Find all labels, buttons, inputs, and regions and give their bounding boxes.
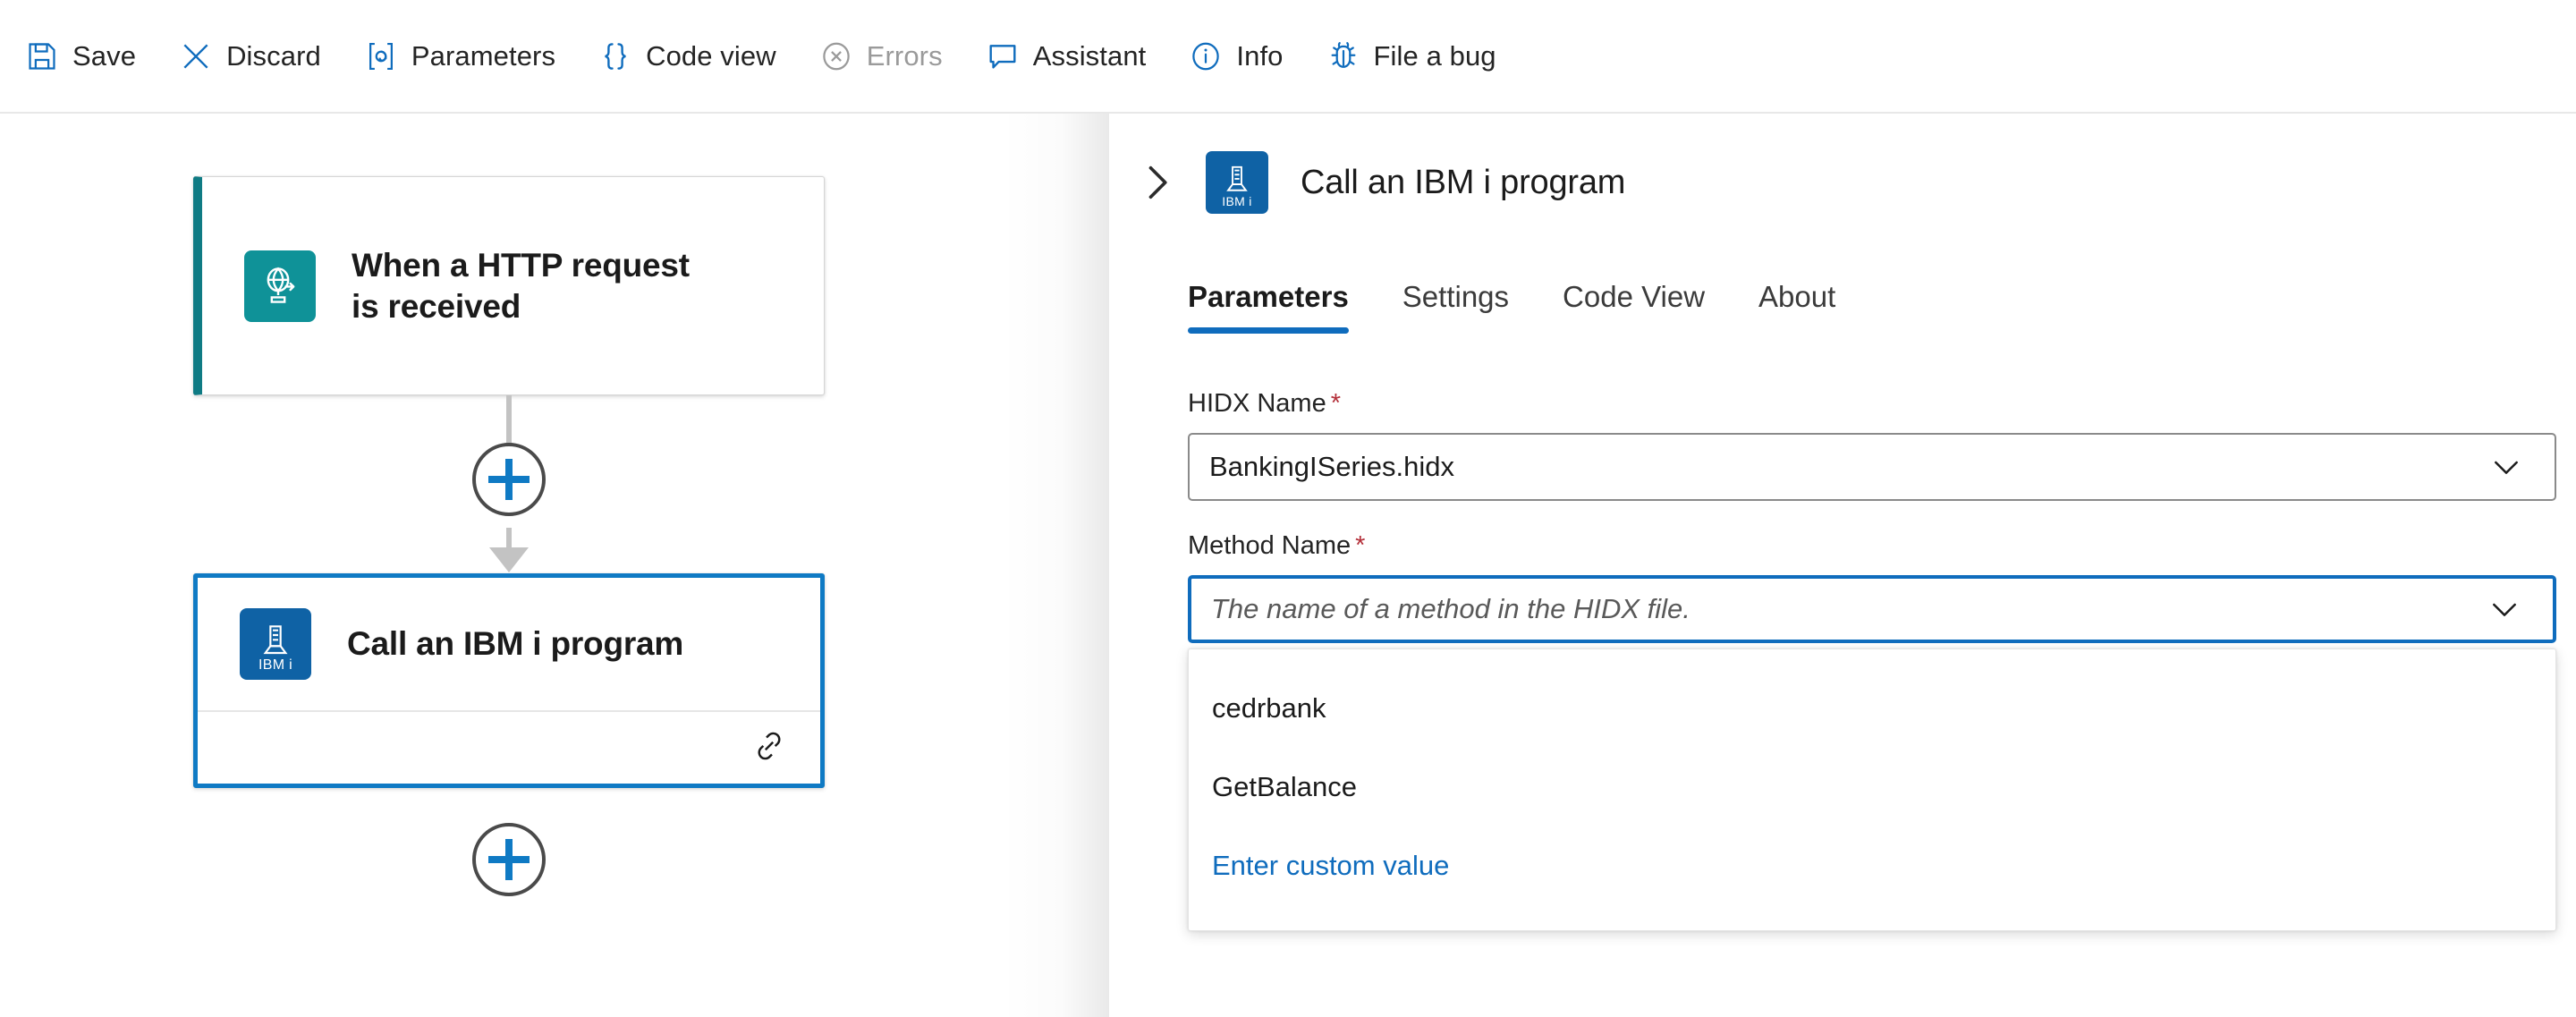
bug-icon (1326, 39, 1360, 73)
plus-icon (488, 839, 530, 880)
info-button[interactable]: Info (1167, 21, 1304, 92)
workflow-node-ibm-i-footer (198, 712, 820, 784)
save-button[interactable]: Save (20, 21, 157, 92)
tab-settings[interactable]: Settings (1402, 280, 1509, 334)
errors-icon (819, 39, 853, 73)
method-name-value[interactable]: The name of a method in the HIDX file. (1211, 593, 2487, 625)
info-icon (1189, 39, 1223, 73)
panel-ibm-i-icon: IBM i (1206, 151, 1268, 214)
errors-button-label: Errors (866, 39, 943, 72)
method-name-label-text: Method Name (1188, 531, 1352, 560)
panel-ibm-i-icon-label: IBM i (1222, 194, 1252, 208)
parameters-button-label: Parameters (411, 39, 556, 72)
assistant-button-label: Assistant (1032, 39, 1147, 72)
tab-about[interactable]: About (1758, 280, 1835, 334)
panel-header: IBM i Call an IBM i program (1109, 114, 2576, 214)
workflow-node-ibm-i-title: Call an IBM i program (347, 625, 684, 662)
chevron-down-icon[interactable] (2488, 449, 2524, 485)
errors-button: Errors (798, 21, 964, 92)
chevron-down-icon[interactable] (2487, 591, 2522, 627)
save-button-label: Save (72, 39, 137, 72)
file-a-bug-button[interactable]: File a bug (1305, 21, 1518, 92)
parameters-icon (364, 39, 398, 73)
code-view-button[interactable]: Code view (577, 21, 798, 92)
connector-line-upper (506, 395, 512, 444)
dropdown-option-enter-custom-value[interactable]: Enter custom value (1189, 826, 2555, 905)
workflow-designer: When a HTTP request is received IBM i Ca… (0, 114, 2576, 1017)
code-view-button-label: Code view (646, 39, 776, 72)
action-details-panel: IBM i Call an IBM i program Parameters S… (1109, 114, 2576, 1017)
method-name-combobox[interactable]: The name of a method in the HIDX file. (1188, 575, 2556, 643)
file-a-bug-button-label: File a bug (1373, 39, 1496, 72)
parameters-button[interactable]: Parameters (343, 21, 577, 92)
info-button-label: Info (1236, 39, 1284, 72)
assistant-button[interactable]: Assistant (964, 21, 1168, 92)
http-request-icon (244, 250, 316, 322)
method-name-label: Method Name * (1188, 531, 2522, 561)
discard-icon (179, 39, 213, 73)
ibm-i-icon: IBM i (240, 608, 311, 680)
insert-step-between-button[interactable] (472, 443, 546, 516)
discard-button[interactable]: Discard (157, 21, 343, 92)
workflow-node-ibm-i-body: IBM i Call an IBM i program (198, 578, 820, 712)
assistant-icon (986, 39, 1020, 73)
workflow-node-http-trigger-title: When a HTTP request is received (352, 245, 711, 326)
parameters-form: HIDX Name * BankingISeries.hidx Method Na… (1109, 389, 2576, 931)
workflow-canvas[interactable]: When a HTTP request is received IBM i Ca… (0, 114, 1109, 1017)
tab-code-view[interactable]: Code View (1563, 280, 1705, 334)
canvas-edge-shadow (1002, 114, 1109, 1017)
insert-step-end-button[interactable] (472, 823, 546, 896)
plus-icon (488, 459, 530, 500)
connector-arrow-icon (489, 547, 529, 572)
hidx-name-required-marker: * (1330, 389, 1341, 418)
command-bar: Save Discard Parameters Code view Errors… (0, 0, 2576, 114)
panel-tabs: Parameters Settings Code View About (1109, 280, 2576, 334)
hidx-name-label-text: HIDX Name (1188, 389, 1326, 418)
tab-parameters[interactable]: Parameters (1188, 280, 1349, 334)
hidx-name-combobox[interactable]: BankingISeries.hidx (1188, 433, 2556, 501)
method-name-dropdown-list: cedrbank GetBalance Enter custom value (1188, 648, 2556, 931)
dropdown-option-getbalance[interactable]: GetBalance (1189, 748, 2555, 826)
save-icon (25, 39, 59, 73)
discard-button-label: Discard (226, 39, 321, 72)
link-icon[interactable] (750, 727, 788, 769)
ibm-i-icon-label: IBM i (258, 657, 292, 673)
hidx-name-label: HIDX Name * (1188, 389, 2522, 419)
panel-title: Call an IBM i program (1301, 163, 1626, 201)
trigger-title-line-2: is received (352, 287, 521, 325)
workflow-node-ibm-i-action[interactable]: IBM i Call an IBM i program (193, 573, 825, 788)
dropdown-option-cedrbank[interactable]: cedrbank (1189, 669, 2555, 748)
workflow-node-http-trigger[interactable]: When a HTTP request is received (193, 176, 825, 395)
field-spacer (1188, 501, 2522, 531)
hidx-name-value: BankingISeries.hidx (1209, 451, 1454, 482)
method-name-required-marker: * (1355, 531, 1366, 560)
code-view-icon (598, 39, 632, 73)
trigger-title-line-1: When a HTTP request (352, 247, 690, 284)
chevron-right-icon[interactable] (1129, 155, 1184, 210)
